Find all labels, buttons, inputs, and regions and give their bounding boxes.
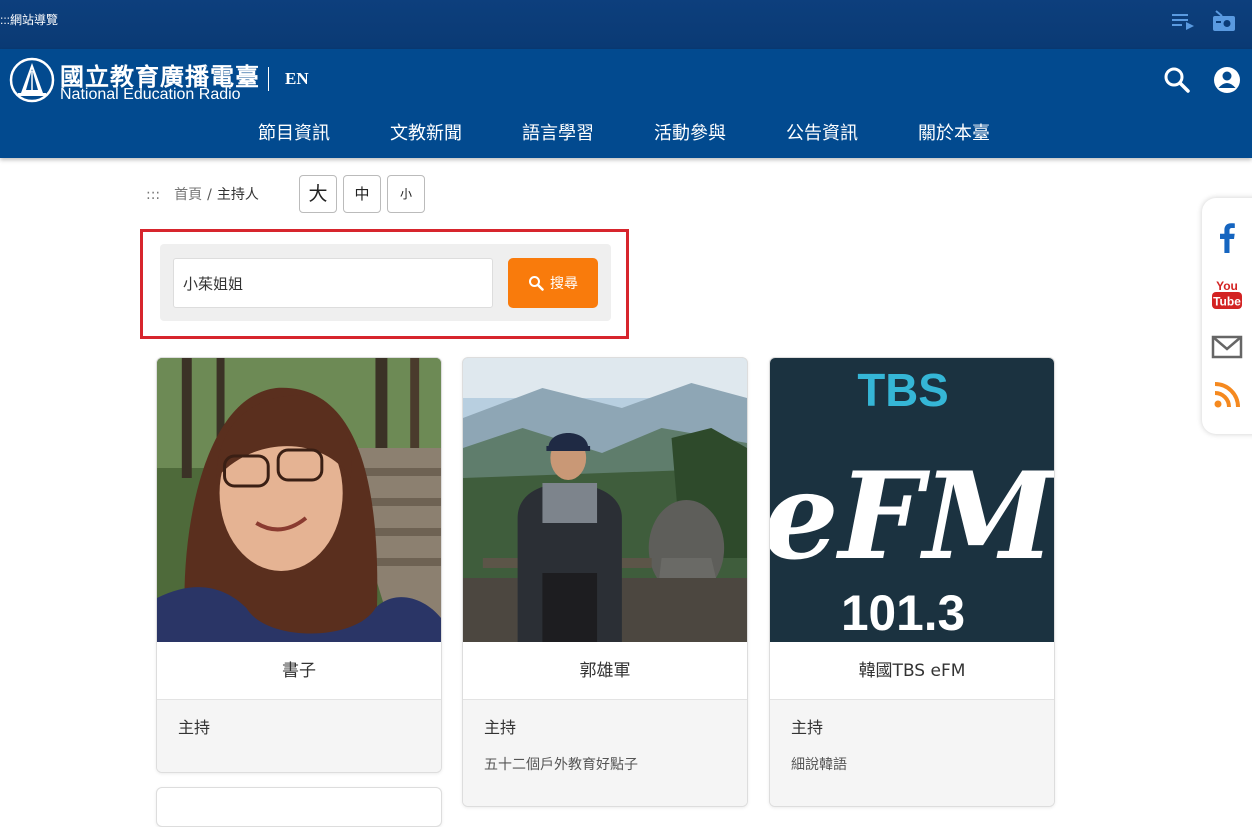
main-nav: 節目資訊 文教新聞 語言學習 活動參與 公告資訊 關於本臺 <box>228 119 1020 145</box>
host-role: 主持 <box>484 718 517 737</box>
youtube-logo-text-tube: Tube <box>1213 295 1241 309</box>
search-button-label: 搜尋 <box>550 275 578 291</box>
user-icon[interactable] <box>1213 66 1241 94</box>
host-program[interactable]: 細說韓語 <box>791 754 1033 774</box>
youtube-icon[interactable]: You Tube <box>1210 278 1244 312</box>
nav-item-programs[interactable]: 節目資訊 <box>228 119 360 145</box>
sitemap-link[interactable]: :::網站導覽 <box>0 11 58 28</box>
efm-logo-main: eFM <box>770 447 1054 587</box>
host-info: 主持 <box>157 700 441 772</box>
youtube-logo-text-you: You <box>1216 279 1238 293</box>
host-role: 主持 <box>178 718 211 737</box>
logo-title-en[interactable]: National Education Radio <box>60 86 241 104</box>
host-photo <box>463 358 747 642</box>
font-size-medium-button[interactable]: 中 <box>343 175 381 213</box>
breadcrumb-current: 主持人 <box>216 187 259 203</box>
search-button[interactable]: 搜尋 <box>508 258 598 308</box>
ner-logo-icon[interactable] <box>9 57 55 103</box>
search-icon[interactable] <box>1163 66 1191 94</box>
breadcrumb-home[interactable]: 首頁 <box>174 187 202 203</box>
radio-icon[interactable] <box>1212 10 1236 32</box>
host-name: 韓國TBS eFM <box>770 642 1054 700</box>
host-photo <box>157 358 441 642</box>
english-link[interactable]: EN <box>285 69 309 89</box>
top-utility-bar: :::網站導覽 <box>0 0 1252 49</box>
mail-icon[interactable] <box>1210 330 1244 364</box>
facebook-icon[interactable] <box>1210 220 1244 254</box>
font-size-small-button[interactable]: 小 <box>387 175 425 213</box>
main-header: 國立教育廣播電臺 National Education Radio EN 節目資… <box>0 49 1252 158</box>
host-card[interactable]: TBS eFM 101.3 韓國TBS eFM 主持 細說韓語 <box>769 357 1055 807</box>
nav-item-about[interactable]: 關於本臺 <box>888 119 1020 145</box>
rss-icon[interactable] <box>1210 378 1244 412</box>
nav-item-news[interactable]: 文教新聞 <box>360 119 492 145</box>
host-name: 書子 <box>157 642 441 700</box>
nav-item-events[interactable]: 活動參與 <box>624 119 756 145</box>
playlist-icon[interactable] <box>1171 10 1195 32</box>
logo-divider <box>268 67 269 91</box>
search-input[interactable] <box>173 258 493 308</box>
nav-item-language[interactable]: 語言學習 <box>492 119 624 145</box>
efm-logo-frequency: 101.3 <box>841 585 965 641</box>
host-card[interactable]: 郭雄軍 主持 五十二個戶外教育好點子 <box>462 357 748 807</box>
breadcrumb: ::: 首頁 / 主持人 <box>146 184 259 204</box>
host-card[interactable] <box>156 787 442 827</box>
host-photo: TBS eFM 101.3 <box>770 358 1054 642</box>
host-program[interactable]: 五十二個戶外教育好點子 <box>484 754 726 774</box>
content-anchor[interactable]: ::: <box>146 187 160 203</box>
search-icon <box>529 276 544 291</box>
host-role: 主持 <box>791 718 824 737</box>
host-card[interactable]: 書子 主持 <box>156 357 442 773</box>
social-share-bar: You Tube <box>1202 198 1252 434</box>
nav-item-announcements[interactable]: 公告資訊 <box>756 119 888 145</box>
font-size-large-button[interactable]: 大 <box>299 175 337 213</box>
host-name: 郭雄軍 <box>463 642 747 700</box>
breadcrumb-separator: / <box>207 187 212 203</box>
efm-logo-tbs: TBS <box>857 365 948 416</box>
